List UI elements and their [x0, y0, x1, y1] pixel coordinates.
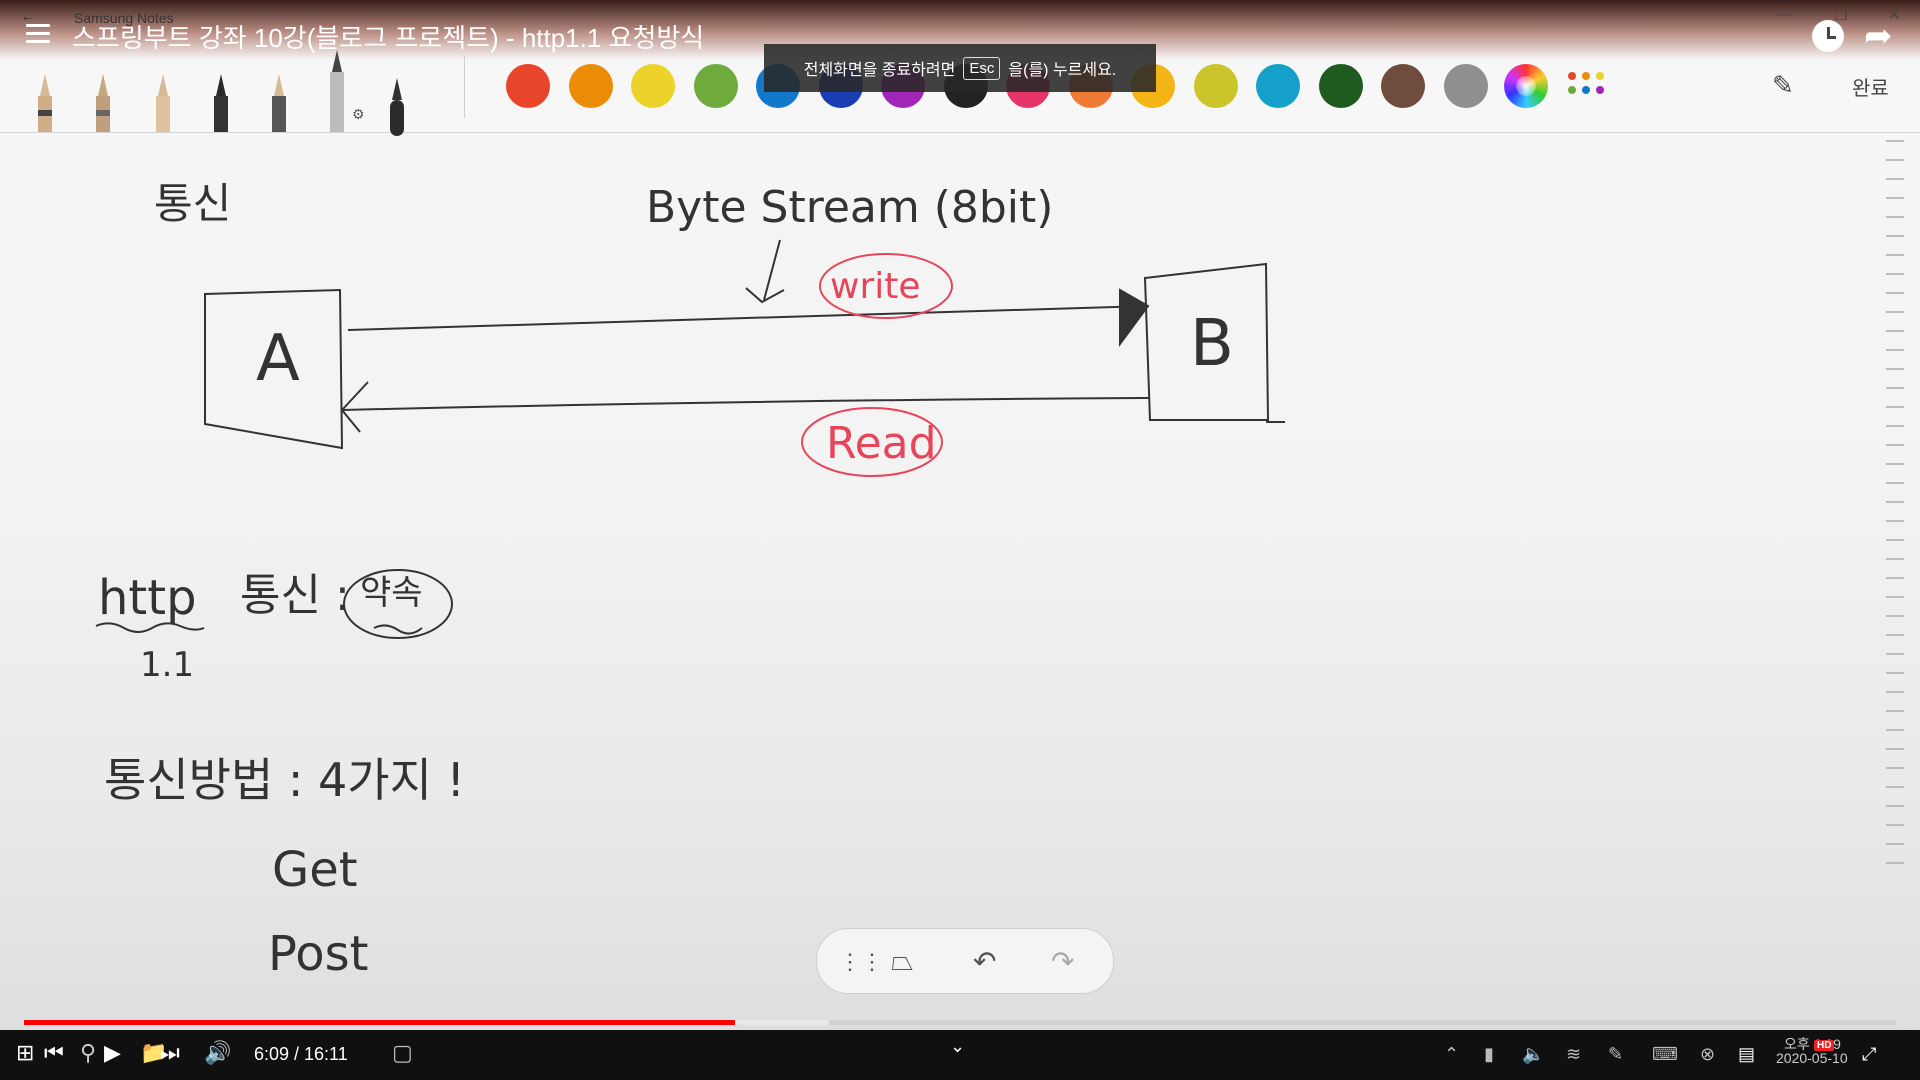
previous-video-icon[interactable]: ⏮ [44, 1040, 64, 1066]
http-label: http [98, 570, 197, 626]
byte-stream-label: Byte Stream (8bit) [646, 182, 1053, 233]
brush-tool[interactable] [94, 74, 112, 132]
eraser-pen-tool[interactable] [388, 78, 406, 136]
battery-icon[interactable]: ▮ [1484, 1044, 1494, 1065]
write-arrow [347, 305, 1149, 331]
tray-expand-icon[interactable]: ⌃ [1444, 1044, 1459, 1065]
video-title[interactable]: 스프링부트 강좌 10강(블로그 프로젝트) - http1.1 요청방식 [72, 18, 704, 55]
read-arrow [341, 397, 1151, 411]
toast-text-after: 을(를) 누르세요. [1008, 62, 1117, 79]
playlist-menu-icon[interactable] [26, 24, 50, 44]
method-post: Post [268, 926, 368, 982]
fullscreen-exit-toast: 전체화면을 종료하려면 Esc 을(를) 누르세요. [764, 44, 1156, 92]
color-swatch[interactable] [568, 64, 613, 108]
http-suffix: 통신 : [240, 570, 350, 621]
methods-label: 통신방법 : 4가지 ! [104, 753, 465, 807]
read-label: Read [826, 418, 937, 469]
video-time: 6:09 / 16:11 [254, 1044, 348, 1064]
speaker-icon[interactable]: 🔈 [1522, 1044, 1544, 1065]
color-wheel-icon[interactable] [1504, 64, 1548, 108]
promise-underline [373, 624, 423, 635]
toast-esc-key: Esc [963, 56, 1001, 80]
byte-stream-pointer [745, 239, 785, 304]
calligraphy-pen-tool[interactable] [212, 74, 230, 132]
heading-communication: 통신 [154, 179, 231, 228]
color-swatch[interactable] [693, 64, 738, 108]
color-swatch[interactable] [1443, 64, 1488, 108]
toolbar-divider [464, 56, 465, 118]
color-swatch[interactable] [1381, 64, 1425, 108]
marker-tool[interactable] [270, 74, 288, 132]
eyedropper-icon[interactable]: ✎ [1772, 70, 1794, 101]
watch-later-icon[interactable] [1812, 20, 1844, 52]
exit-fullscreen-icon[interactable]: ⤢ [1862, 1044, 1876, 1065]
drag-handle-icon[interactable]: ⋮⋮ [839, 949, 883, 975]
pen-icon[interactable]: ✎ [1608, 1044, 1623, 1065]
edit-toolbar: ⋮⋮ ⏢ ↶ ↷ [816, 928, 1114, 994]
close-circle-icon[interactable]: ⊗ [1700, 1044, 1715, 1065]
box-a-label: A [256, 322, 300, 396]
color-swatch[interactable] [631, 64, 675, 108]
progress-played [24, 1020, 736, 1025]
write-arrowhead [1119, 288, 1150, 348]
http-version: 1.1 [140, 645, 194, 685]
chevron-down-icon[interactable]: ⌄ [950, 1036, 965, 1057]
toast-text-before: 전체화면을 종료하려면 [803, 62, 956, 79]
subtitles-icon[interactable]: ▤ [1738, 1044, 1755, 1065]
note-drawing: A B Byte Stream (8bit) write Read 통신 htt… [95, 179, 1285, 982]
taskbar-date: 2020-05-10 [1776, 1050, 1848, 1066]
undo-icon[interactable]: ↶ [973, 945, 996, 978]
search-icon[interactable]: ⚲ [80, 1040, 96, 1066]
video-progress-bar[interactable] [24, 1020, 1896, 1025]
more-colors-icon[interactable] [1568, 72, 1604, 98]
color-swatch[interactable] [1318, 64, 1363, 108]
minimize-icon[interactable]: — [1776, 6, 1791, 23]
highlighter-tool[interactable] [328, 50, 346, 132]
pencil-tool[interactable] [154, 74, 172, 132]
read-arrowhead [340, 381, 369, 433]
box-b-label: B [1190, 307, 1234, 381]
windows-start-icon[interactable]: ⊞ [16, 1040, 34, 1066]
volume-icon[interactable]: 🔊 [204, 1040, 231, 1066]
color-swatch[interactable] [1193, 64, 1238, 108]
taskbar: ⊞ ⏮ ⚲ ▶ 📁 ⏭ 🔊 6:09 / 16:11 ▢ ⌄ ⌃ ▮ 🔈 ≋ ✎… [0, 1030, 1920, 1080]
next-video-icon[interactable]: ⏭ [160, 1040, 180, 1066]
hd-badge: HD [1814, 1040, 1835, 1051]
play-icon[interactable]: ▶ [104, 1040, 121, 1066]
color-swatch[interactable] [1256, 64, 1300, 108]
done-button[interactable]: 완료 [1852, 72, 1889, 101]
share-icon[interactable]: ➦ [1864, 16, 1893, 56]
write-label: write [830, 266, 921, 307]
eraser-icon[interactable]: ⏢ [891, 945, 913, 978]
keyboard-icon[interactable]: ⌨ [1652, 1044, 1678, 1065]
fountain-pen-tool[interactable] [36, 74, 54, 132]
redo-icon[interactable]: ↷ [1051, 945, 1074, 978]
wifi-icon[interactable]: ≋ [1566, 1044, 1581, 1065]
task-view-icon[interactable]: ▢ [392, 1040, 413, 1066]
method-get: Get [272, 842, 358, 898]
promise-label: 약속 [360, 573, 423, 613]
page-scroll-ruler[interactable] [1886, 140, 1904, 880]
color-swatch[interactable] [506, 64, 550, 108]
pen-settings-icon[interactable]: ⚙ [352, 106, 365, 123]
